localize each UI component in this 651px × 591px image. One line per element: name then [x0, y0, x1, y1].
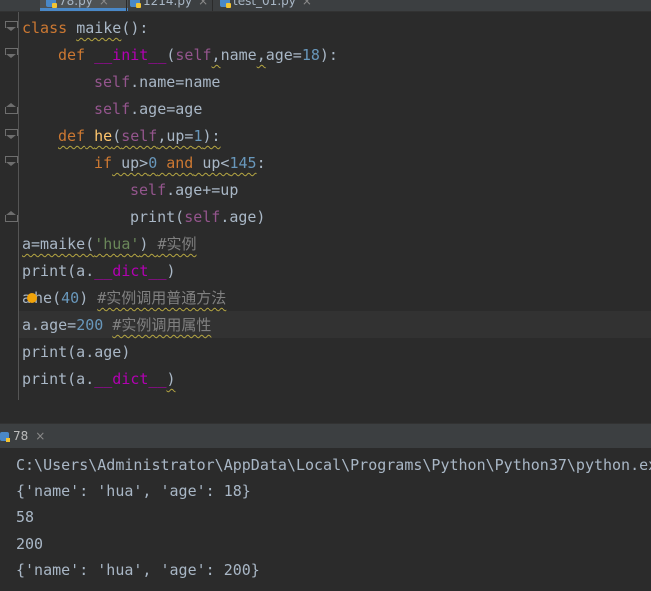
- code-line-13[interactable]: print(a.age): [22, 339, 130, 366]
- tab-78-py[interactable]: 78.py ×: [40, 0, 128, 11]
- run-tool-window-header: 78 ×: [0, 424, 651, 448]
- code-line-7[interactable]: self.age+=up: [130, 177, 238, 204]
- console-line: 200: [16, 535, 44, 553]
- fold-end-icon[interactable]: [5, 210, 18, 222]
- tab-1214-py[interactable]: 1214.py ×: [128, 0, 210, 11]
- console-line: {'name': 'hua', 'age': 200}: [16, 561, 260, 579]
- code-line-2[interactable]: def __init__(self,name,age=18):: [58, 42, 338, 69]
- run-tab-label[interactable]: 78: [13, 429, 28, 443]
- run-console[interactable]: C:\Users\Administrator\AppData\Local\Pro…: [0, 448, 651, 591]
- gutter-divider: [18, 12, 19, 400]
- fold-icon[interactable]: [5, 48, 18, 59]
- close-icon[interactable]: ×: [35, 429, 45, 443]
- code-line-9[interactable]: a=maike('hua') #实例: [22, 231, 197, 258]
- code-line-12[interactable]: a.age=200 #实例调用属性: [22, 312, 211, 339]
- editor-tab-bar: 78.py × 1214.py × test_01.py ×: [0, 0, 651, 12]
- python-file-icon: [220, 0, 231, 8]
- code-editor[interactable]: class maike(): def __init__(self,name,ag…: [0, 12, 651, 400]
- fold-icon[interactable]: [5, 21, 18, 32]
- console-line: C:\Users\Administrator\AppData\Local\Pro…: [16, 456, 651, 474]
- code-line-6[interactable]: if up>0 and up<145:: [94, 150, 266, 177]
- tab-label: test_01.py: [233, 0, 296, 8]
- code-line-11[interactable]: ahe(40) #实例调用普通方法: [22, 285, 226, 312]
- panel-splitter[interactable]: [0, 400, 651, 424]
- console-line: {'name': 'hua', 'age': 18}: [16, 482, 251, 500]
- intention-bulb-icon[interactable]: [27, 292, 38, 303]
- code-line-14[interactable]: print(a.__dict__): [22, 366, 176, 393]
- code-line-5[interactable]: def he(self,up=1):: [58, 123, 221, 150]
- tab-test-01-py[interactable]: test_01.py ×: [220, 0, 320, 11]
- tab-label: 1214.py: [143, 0, 193, 8]
- tab-label: 78.py: [59, 0, 93, 8]
- code-line-4[interactable]: self.age=age: [94, 96, 202, 123]
- code-line-8[interactable]: print(self.age): [130, 204, 265, 231]
- python-file-icon: [130, 0, 141, 8]
- python-run-icon: [0, 432, 10, 442]
- python-file-icon: [46, 0, 57, 8]
- fold-end-icon[interactable]: [5, 102, 18, 114]
- fold-icon[interactable]: [5, 156, 18, 167]
- console-line: 58: [16, 508, 35, 526]
- close-icon[interactable]: ×: [302, 0, 312, 8]
- close-icon[interactable]: ×: [99, 0, 109, 8]
- close-icon[interactable]: ×: [198, 0, 208, 8]
- code-line-3[interactable]: self.name=name: [94, 69, 220, 96]
- code-line-1[interactable]: class maike():: [22, 15, 148, 42]
- fold-icon[interactable]: [5, 129, 18, 140]
- code-line-10[interactable]: print(a.__dict__): [22, 258, 176, 285]
